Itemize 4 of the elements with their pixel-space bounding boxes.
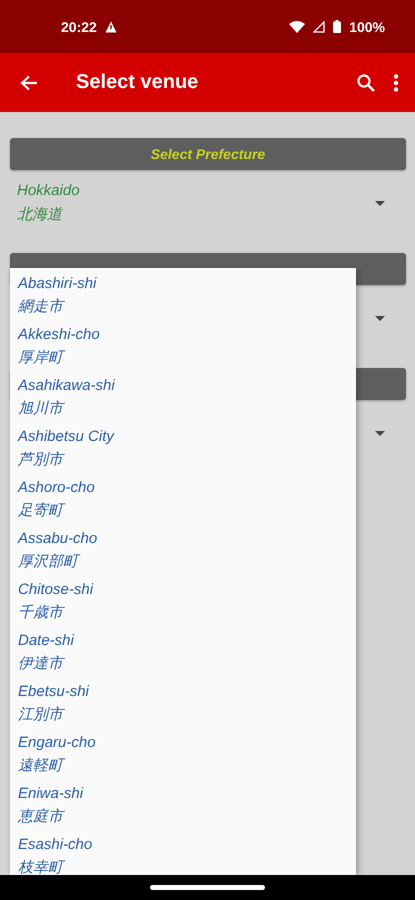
battery-level: 100% [349,18,385,34]
screen-title: Select venue [76,71,198,94]
status-time: 20:22 [61,18,97,34]
section-title: Select Prefecture [150,146,266,162]
